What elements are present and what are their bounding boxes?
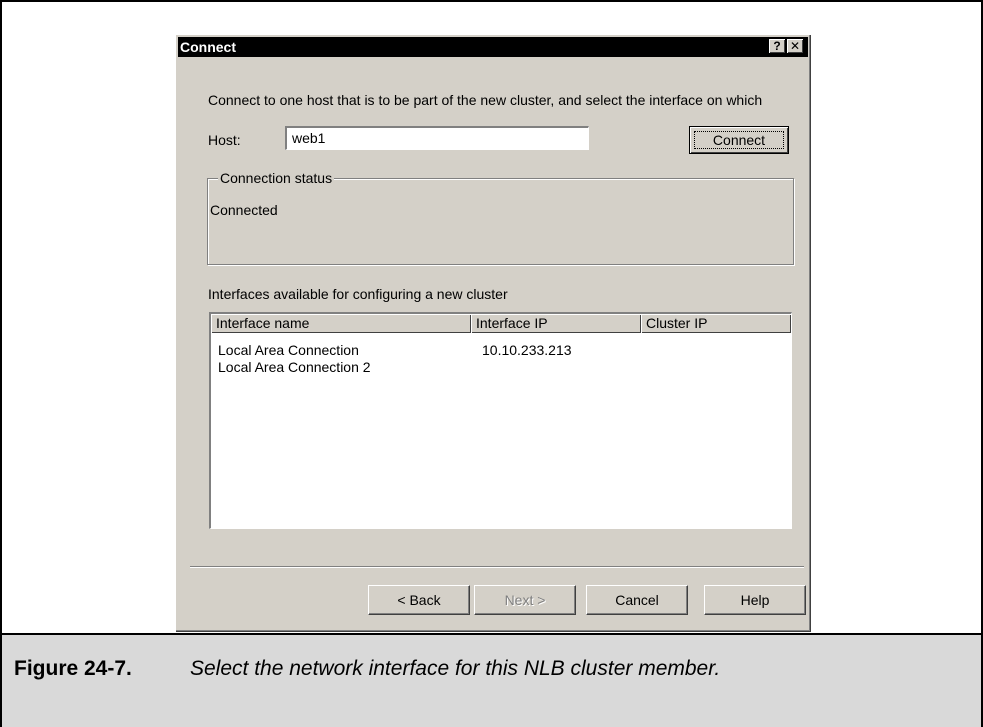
connect-button-label: Connect — [694, 131, 784, 149]
figure-caption: Figure 24-7. Select the network interfac… — [2, 633, 981, 727]
connection-status-group — [207, 178, 794, 265]
connect-button[interactable]: Connect — [689, 126, 789, 154]
title-bar: Connect ? ✕ — [178, 37, 808, 57]
back-button[interactable]: < Back — [368, 585, 470, 615]
connection-status-legend: Connection status — [218, 170, 335, 186]
list-item[interactable]: Local Area Connection 2 — [211, 359, 791, 377]
help-icon[interactable]: ? — [769, 39, 785, 53]
interface-ip-cell: 10.10.233.213 — [482, 342, 572, 358]
column-header-interface-name[interactable]: Interface name — [211, 314, 471, 333]
host-label: Host: — [208, 132, 241, 148]
interface-name-cell: Local Area Connection 2 — [218, 359, 371, 375]
button-separator — [190, 566, 804, 568]
help-button[interactable]: Help — [704, 585, 806, 615]
host-input-value: web1 — [292, 130, 326, 146]
host-input[interactable]: web1 — [285, 126, 589, 150]
interfaces-list[interactable]: Interface name Interface IP Cluster IP L… — [209, 312, 792, 529]
instruction-text: Connect to one host that is to be part o… — [208, 92, 763, 108]
dialog-title: Connect — [180, 39, 236, 55]
connection-status-text: Connected — [210, 202, 278, 218]
next-button[interactable]: Next > — [474, 585, 576, 615]
figure-caption-text: Select the network interface for this NL… — [190, 657, 721, 680]
list-item[interactable]: Local Area Connection 10.10.233.213 — [211, 342, 791, 360]
cancel-button[interactable]: Cancel — [586, 585, 688, 615]
close-icon[interactable]: ✕ — [787, 39, 803, 53]
interface-name-cell: Local Area Connection — [218, 342, 359, 358]
column-header-cluster-ip[interactable]: Cluster IP — [641, 314, 791, 333]
interfaces-list-label: Interfaces available for configuring a n… — [208, 286, 508, 302]
figure-number: Figure 24-7. — [14, 657, 132, 680]
column-header-interface-ip[interactable]: Interface IP — [471, 314, 641, 333]
